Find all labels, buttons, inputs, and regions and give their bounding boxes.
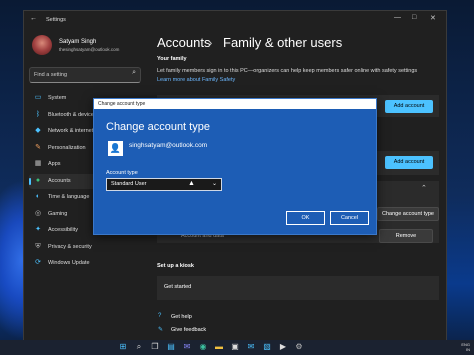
account-type-value: Standard User xyxy=(111,181,147,187)
chevron-up-icon[interactable]: ⌃ xyxy=(421,184,427,192)
add-other-account-button[interactable]: Add account xyxy=(385,156,433,169)
apps-icon: ▦ xyxy=(34,160,42,167)
globe-icon: ◐ xyxy=(35,193,41,200)
change-account-type-dialog: Change account type Change account type … xyxy=(93,98,377,235)
sidebar-item-label: Time & language xyxy=(48,194,90,200)
task-view-icon[interactable]: ❐ xyxy=(150,342,160,352)
your-family-description: Let family members sign in to this PC—or… xyxy=(157,68,418,74)
widgets-icon[interactable]: ▤ xyxy=(166,342,176,352)
dialog-title-bar: Change account type xyxy=(94,99,376,109)
bluetooth-icon: ᛒ xyxy=(35,110,41,118)
gaming-icon: ◎ xyxy=(34,209,42,217)
search-icon[interactable]: ⌕ xyxy=(132,69,136,77)
maximize-button[interactable]: □ xyxy=(412,14,416,21)
brush-icon: ✎ xyxy=(35,143,41,151)
photos-icon[interactable]: ▧ xyxy=(262,342,272,352)
page-title: Family & other users xyxy=(223,35,343,50)
sidebar-item-label: Windows Update xyxy=(48,260,90,266)
window-title: Settings xyxy=(46,17,66,23)
get-started-button[interactable]: Get started xyxy=(164,284,191,290)
dialog-user-email: singhsatyam@outlook.com xyxy=(129,142,208,149)
your-family-heading: Your family xyxy=(157,56,187,62)
settings-icon[interactable]: ⚙ xyxy=(294,342,304,352)
search-icon[interactable]: ⌕ xyxy=(134,342,144,352)
shield-icon: ⛨ xyxy=(35,242,41,250)
dialog-heading: Change account type xyxy=(106,121,210,133)
add-family-account-button[interactable]: Add account xyxy=(385,100,433,113)
breadcrumb-parent[interactable]: Accounts xyxy=(157,35,210,50)
sidebar-item-label: Bluetooth & devices xyxy=(48,111,97,118)
mouse-cursor-icon: ▲ xyxy=(188,180,195,187)
search-input[interactable] xyxy=(34,70,126,80)
close-button[interactable]: ✕ xyxy=(430,14,436,22)
sidebar-item-label: Personalization xyxy=(48,144,86,151)
feedback-icon: ✎ xyxy=(158,327,164,333)
change-account-type-button[interactable]: Change account type xyxy=(377,207,439,221)
search-box[interactable]: ⌕ xyxy=(29,67,141,83)
user-icon: 👤 xyxy=(108,141,123,156)
user-email: thesinghsatyam@outlook.com xyxy=(59,47,120,52)
sidebar-item-label: Apps xyxy=(48,161,61,167)
terminal-icon[interactable]: ▶ xyxy=(278,342,288,352)
help-icon: ? xyxy=(158,313,162,319)
sidebar-item-label: Gaming xyxy=(48,210,68,217)
system-tray[interactable]: ENG IN xyxy=(461,342,470,352)
back-arrow-icon[interactable]: ← xyxy=(30,15,37,22)
avatar[interactable] xyxy=(32,35,52,55)
windows-start-icon[interactable]: ⊞ xyxy=(118,342,128,352)
get-help-link[interactable]: Get help xyxy=(171,314,192,320)
dialog-titlebar-text: Change account type xyxy=(98,101,146,107)
account-type-label: Account type xyxy=(106,170,138,176)
kiosk-card xyxy=(157,276,439,300)
update-icon: ⟳ xyxy=(35,259,41,266)
chat-icon[interactable]: ✉ xyxy=(182,342,192,352)
user-name: Satyam Singh xyxy=(59,39,97,45)
sidebar-item-privacy-security[interactable]: ⛨ Privacy & security xyxy=(29,240,141,255)
breadcrumb-separator: › xyxy=(208,35,213,50)
taskbar: ENG IN ⊞ ⌕ ❐ ▤ ✉ ◉ ▬ ▣ ✉ ▧ ▶ ⚙ xyxy=(0,340,474,355)
sidebar-item-label: Network & internet xyxy=(48,128,94,134)
cancel-button[interactable]: Cancel xyxy=(330,211,369,225)
give-feedback-link[interactable]: Give feedback xyxy=(171,327,206,333)
remove-button[interactable]: Remove xyxy=(379,229,433,243)
sidebar-item-label: Privacy & security xyxy=(48,243,92,250)
edge-icon[interactable]: ◉ xyxy=(198,342,208,352)
network-icon: ◆ xyxy=(35,127,41,134)
sidebar-item-windows-update[interactable]: ⟳ Windows Update xyxy=(29,256,141,271)
accounts-icon: ● xyxy=(35,176,41,184)
minimize-button[interactable]: — xyxy=(394,14,401,21)
ok-button[interactable]: OK xyxy=(286,211,325,225)
store-icon[interactable]: ▣ xyxy=(230,342,240,352)
file-explorer-icon[interactable]: ▬ xyxy=(214,342,224,352)
chevron-down-icon: ⌄ xyxy=(211,181,217,187)
system-icon: ▭ xyxy=(34,94,42,101)
title-bar: ← Settings — □ ✕ xyxy=(24,11,446,29)
mail-icon[interactable]: ✉ xyxy=(246,342,256,352)
family-safety-link[interactable]: Learn more about Family Safety xyxy=(157,77,235,83)
tray-region: IN xyxy=(466,347,470,352)
sidebar-item-label: Accessibility xyxy=(48,227,78,233)
kiosk-heading: Set up a kiosk xyxy=(157,263,194,269)
sidebar-item-label: System xyxy=(48,95,67,101)
sidebar-item-label: Accounts xyxy=(48,177,71,184)
accessibility-icon: ✦ xyxy=(35,226,41,233)
account-type-select[interactable]: Standard User ⌄ xyxy=(106,178,222,191)
